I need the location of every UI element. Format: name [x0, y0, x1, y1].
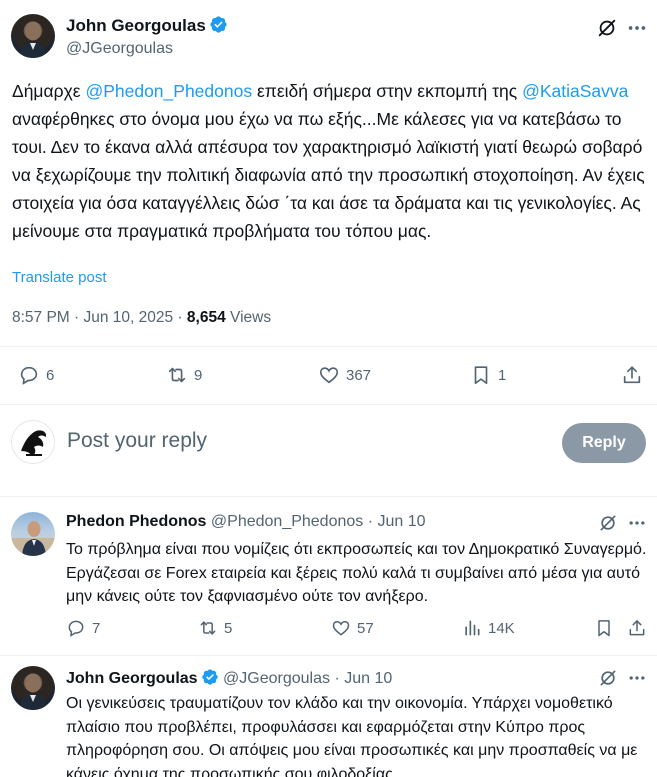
grok-icon[interactable]	[598, 668, 618, 688]
share-action[interactable]	[627, 618, 647, 638]
reply-date[interactable]: · Jun 10	[330, 670, 392, 687]
reply-author-name[interactable]: Phedon Phedonos	[66, 513, 206, 530]
bookmark-icon	[470, 364, 492, 386]
tweet-text-part: αναφέρθηκες στο όνομα μου έχω να πω εξής…	[12, 109, 645, 241]
tweet-time[interactable]: 8:57 PM · Jun 10, 2025 ·	[12, 309, 187, 326]
more-options-icon[interactable]	[627, 513, 647, 533]
author-avatar[interactable]	[11, 14, 55, 58]
tweet-text-part: επειδή σήμερα στην εκπομπή της	[252, 81, 523, 101]
grok-icon[interactable]	[598, 513, 618, 533]
like-action[interactable]: 367	[318, 364, 371, 386]
share-icon	[621, 364, 643, 386]
mention-link[interactable]: @Phedon_Phedonos	[85, 81, 252, 101]
divider	[0, 655, 657, 656]
reply-count: 6	[46, 366, 55, 384]
repost-count: 5	[224, 619, 233, 637]
author-name-text: John Georgoulas	[66, 16, 206, 35]
heart-icon	[318, 364, 340, 386]
views-action[interactable]: 14K	[462, 618, 515, 638]
reply-text: Οι γενικεύσεις τραυματίζουν τον κλάδο κα…	[66, 695, 638, 777]
repost-action[interactable]: 5	[198, 618, 232, 638]
reply-button[interactable]: Reply	[562, 423, 646, 463]
verified-badge-icon	[201, 668, 219, 686]
reply-text: Το πρόβλημα είναι που νομίζεις ότι εκπρο…	[66, 541, 647, 605]
tweet-text-part: Δήμαρχε	[12, 81, 86, 101]
repost-action[interactable]: 9	[166, 364, 202, 386]
reply-icon	[66, 618, 86, 638]
views-count: 8,654	[186, 309, 226, 326]
mention-link[interactable]: @KatiaSavva	[522, 81, 628, 101]
views-count: 14K	[488, 619, 515, 637]
reply-header: Phedon Phedonos @Phedon_Phedonos · Jun 1…	[66, 513, 426, 531]
analytics-icon	[462, 618, 482, 638]
like-count: 367	[346, 366, 372, 384]
reply-header: John Georgoulas @JGeorgoulas · Jun 10	[66, 668, 392, 688]
verified-badge-icon	[209, 15, 228, 34]
tweet-text: Δήμαρχε @Phedon_Phedonos επειδή σήμερα σ…	[12, 77, 652, 245]
divider	[0, 346, 657, 347]
share-icon	[627, 618, 647, 638]
bookmark-action[interactable]	[594, 618, 614, 638]
author-name[interactable]: John Georgoulas	[66, 15, 228, 36]
divider	[0, 496, 657, 497]
reply-date[interactable]: · Jun 10	[363, 513, 426, 530]
reply-author-name[interactable]: John Georgoulas	[66, 670, 198, 687]
reply-author-avatar[interactable]	[11, 512, 55, 556]
more-options-icon[interactable]	[626, 17, 648, 39]
current-user-avatar[interactable]	[11, 420, 55, 464]
reply-count: 7	[92, 619, 101, 637]
reply-author-handle[interactable]: @Phedon_Phedonos	[211, 513, 363, 530]
like-action[interactable]: 57	[331, 618, 374, 638]
reply-icon	[18, 364, 40, 386]
reply-action[interactable]: 6	[18, 364, 54, 386]
reply-action[interactable]: 7	[66, 618, 100, 638]
bookmark-icon	[594, 618, 614, 638]
bookmark-action[interactable]: 1	[470, 364, 506, 386]
grok-icon[interactable]	[596, 17, 618, 39]
bookmark-count: 1	[498, 366, 507, 384]
tweet-meta: 8:57 PM · Jun 10, 2025 · 8,654 Views	[12, 309, 271, 327]
more-options-icon[interactable]	[627, 668, 647, 688]
repost-icon	[198, 618, 218, 638]
translate-post-link[interactable]: Translate post	[12, 269, 107, 286]
author-handle[interactable]: @JGeorgoulas	[66, 40, 173, 58]
share-action[interactable]	[621, 364, 643, 386]
repost-count: 9	[194, 366, 203, 384]
views-label: Views	[225, 309, 272, 326]
reply-author-handle[interactable]: @JGeorgoulas	[223, 670, 330, 687]
reply-author-avatar[interactable]	[11, 666, 55, 710]
like-count: 57	[357, 619, 374, 637]
divider	[0, 404, 657, 405]
heart-icon	[331, 618, 351, 638]
reply-input[interactable]: Post your reply	[67, 429, 207, 453]
repost-icon	[166, 364, 188, 386]
